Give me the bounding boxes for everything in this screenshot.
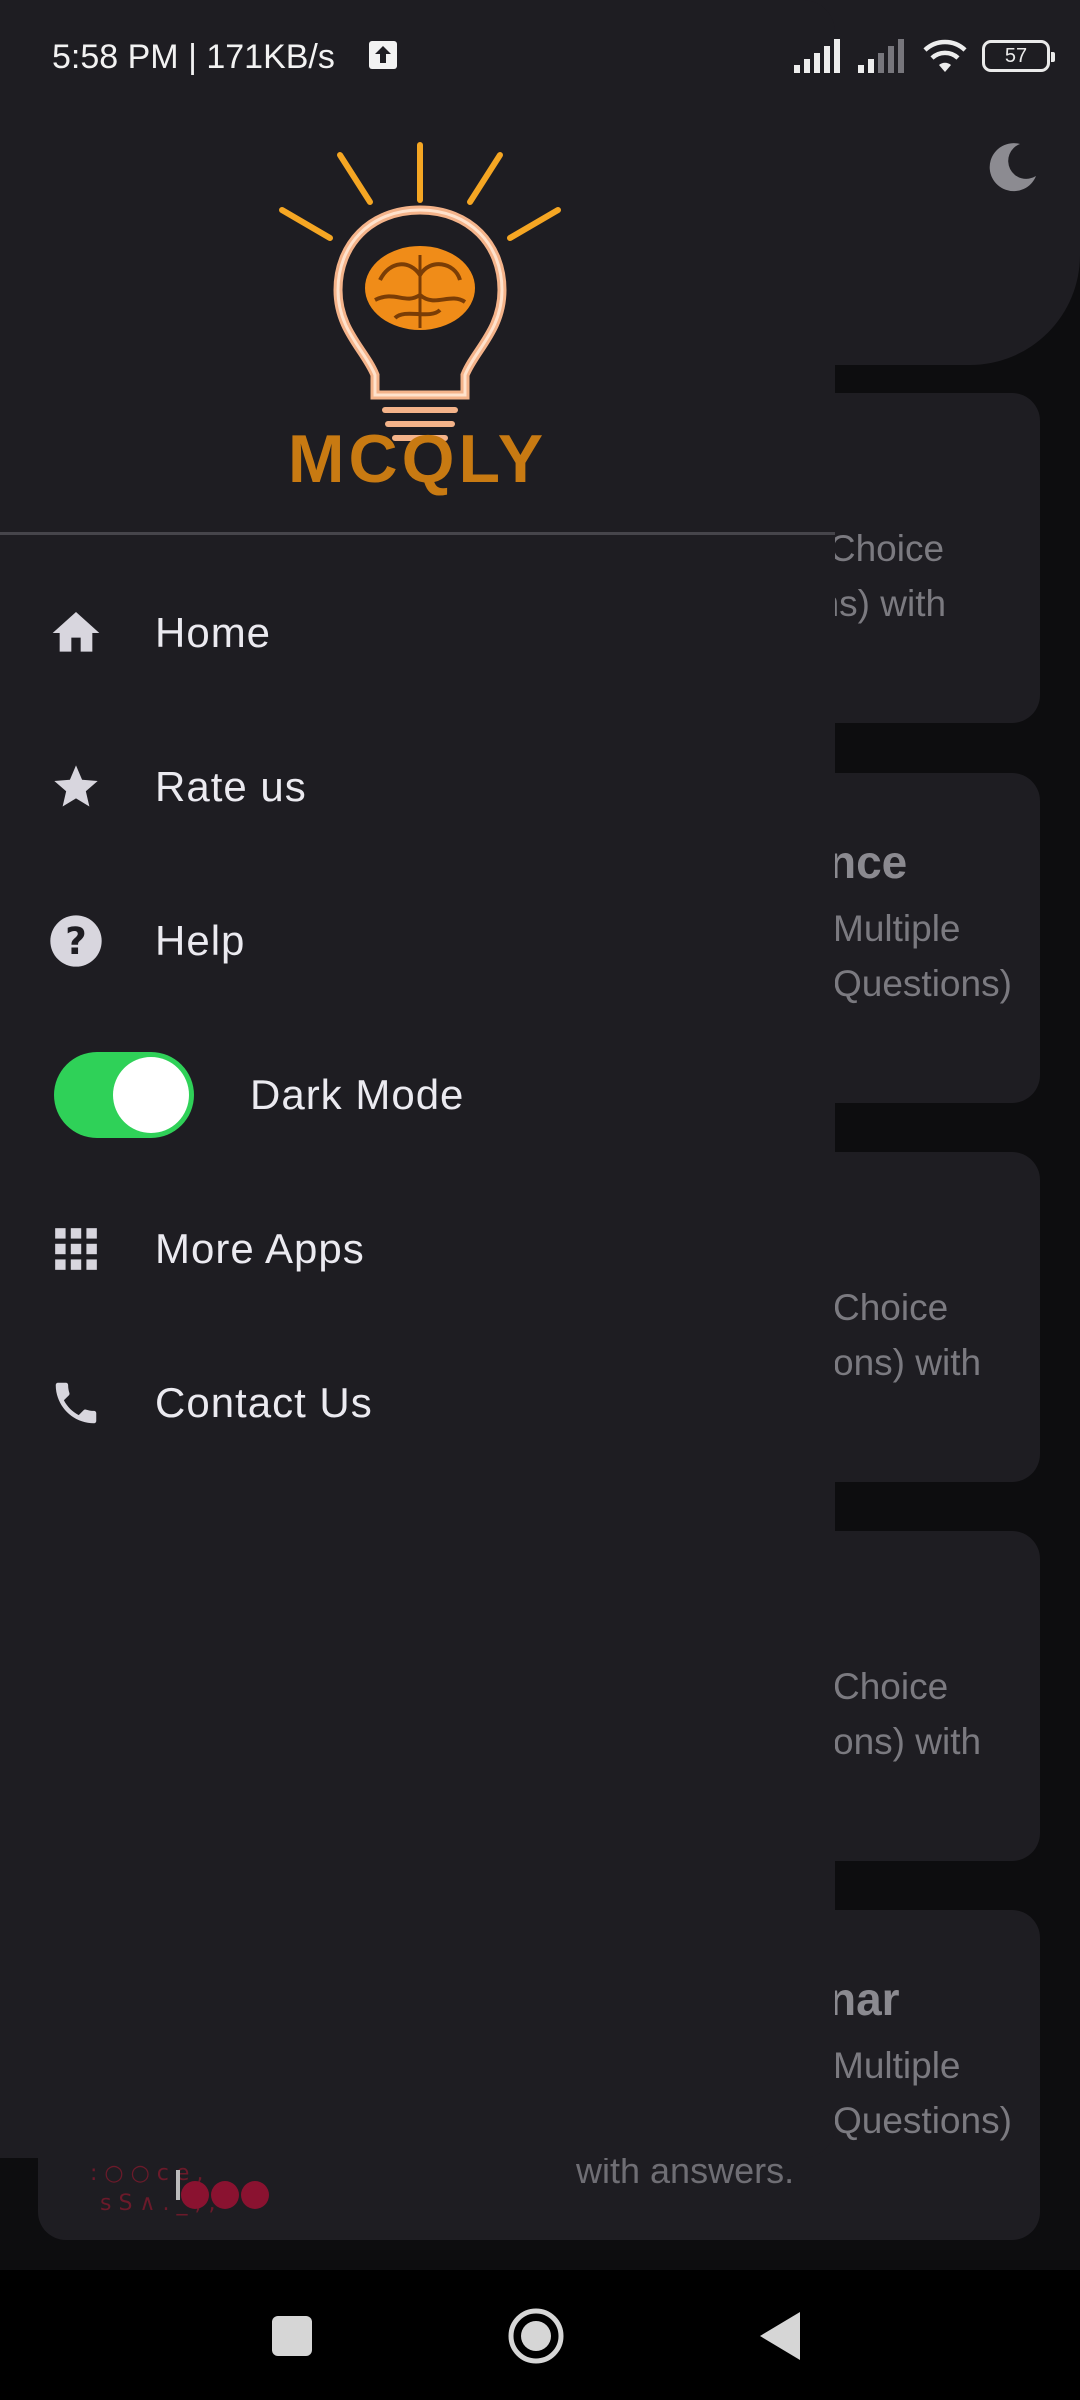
status-icons: 57 [794, 36, 1055, 76]
grid-icon [48, 1221, 104, 1277]
battery-icon: 57 [982, 40, 1055, 72]
signal-icon [794, 39, 840, 73]
drawer-divider [0, 532, 835, 535]
card-description: Choice ons) with [833, 1666, 982, 1762]
home-icon [48, 605, 104, 661]
menu-item-rate-us[interactable]: Rate us [0, 722, 835, 852]
help-icon: ? [48, 913, 104, 969]
back-button[interactable] [740, 2296, 820, 2376]
toggle-knob [113, 1057, 189, 1133]
phone-icon [48, 1375, 104, 1431]
screen: es s e Choice ons) with nce Multiple Que… [0, 0, 1080, 2400]
card-thumbnail: : ○ ○ c e , s S ∧ . _ , , [90, 2161, 269, 2216]
recents-button[interactable] [252, 2296, 332, 2376]
menu-item-dark-mode[interactable]: Dark Mode [0, 1030, 835, 1160]
card-description: Multiple Questions) [833, 908, 1012, 1004]
menu-item-label: More Apps [155, 1225, 365, 1272]
moon-icon[interactable] [984, 138, 1040, 194]
card-description: Choice ons) with [833, 1287, 982, 1383]
svg-text:?: ? [65, 919, 87, 963]
home-button[interactable] [496, 2296, 576, 2376]
menu-item-label: Home [155, 609, 272, 656]
battery-level: 57 [1004, 44, 1028, 67]
menu-item-home[interactable]: Home [0, 568, 835, 698]
menu-item-label: Contact Us [155, 1379, 373, 1426]
app-logo-text: MCQLY [287, 421, 548, 497]
menu-item-more-apps[interactable]: More Apps [0, 1184, 835, 1314]
status-bar: 5:58 PM | 171KB/s 57 [0, 0, 1080, 115]
menu-item-help[interactable]: ? Help [0, 876, 835, 1006]
card-description: Multiple Questions) [833, 2045, 1012, 2141]
menu-item-contact-us[interactable]: Contact Us [0, 1338, 835, 1468]
star-icon [48, 759, 104, 815]
card-title: nce [828, 836, 908, 888]
svg-text:: ○ ○ c e ,: : ○ ○ c e , [90, 2161, 203, 2186]
signal-icon [858, 39, 904, 73]
dark-mode-toggle[interactable] [54, 1052, 194, 1138]
menu-item-label: Rate us [155, 763, 307, 810]
card-title: nar [828, 1973, 900, 2025]
menu-item-label: Dark Mode [250, 1071, 465, 1118]
navigation-drawer: MCQLY Home Rate us ? Help Dark Mode More… [0, 0, 835, 2158]
system-navigation-bar [0, 2270, 1080, 2400]
wifi-icon [923, 39, 967, 72]
menu-item-label: Help [155, 917, 246, 964]
status-time: 5:58 PM | 171KB/s [52, 38, 335, 76]
upload-icon [369, 41, 397, 69]
